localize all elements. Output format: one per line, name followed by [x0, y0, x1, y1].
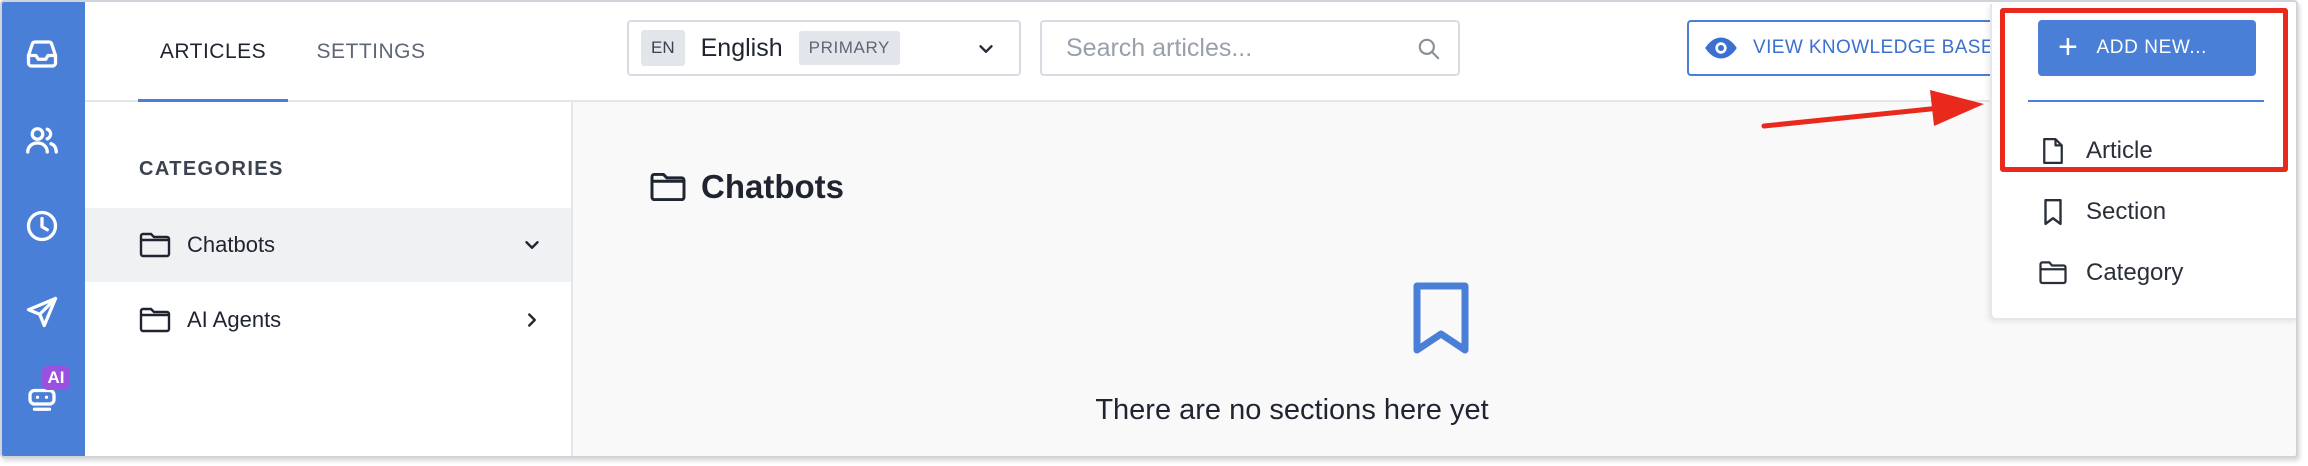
language-code-badge: EN — [641, 30, 685, 66]
search-input[interactable] — [1066, 33, 1386, 63]
dropdown-divider — [2028, 100, 2264, 102]
history-icon[interactable] — [20, 204, 64, 248]
view-knowledge-base-button[interactable]: VIEW KNOWLEDGE BASE — [1687, 20, 2007, 76]
language-selector[interactable]: EN English PRIMARY — [627, 20, 1021, 76]
primary-badge: PRIMARY — [798, 31, 900, 65]
folder-icon — [139, 307, 171, 333]
menu-item-section[interactable]: Section — [2038, 189, 2268, 235]
add-new-dropdown: + ADD NEW... Article Section Category — [1990, 4, 2296, 320]
category-item-ai-agents[interactable]: AI Agents — [85, 283, 571, 357]
category-label: AI Agents — [187, 307, 282, 332]
plus-icon: + — [2058, 27, 2079, 66]
menu-item-category[interactable]: Category — [2038, 250, 2268, 296]
chevron-down-icon[interactable] — [521, 234, 543, 256]
tab-settings-label: SETTINGS — [316, 40, 426, 63]
tab-articles-label: ARTICLES — [159, 40, 267, 63]
chevron-right-icon[interactable] — [521, 309, 543, 331]
tab-articles[interactable]: ARTICLES — [138, 2, 288, 102]
bookmark-icon — [1413, 282, 1469, 354]
bookmark-icon — [2044, 198, 2062, 226]
add-new-label: ADD NEW... — [2096, 37, 2207, 58]
contacts-icon[interactable] — [20, 118, 64, 162]
menu-item-label: Category — [2086, 259, 2184, 286]
search-icon[interactable] — [1416, 36, 1442, 62]
category-title-text: Chatbots — [701, 168, 844, 205]
chevron-down-icon — [979, 45, 993, 53]
search-box — [1040, 20, 1460, 76]
empty-state-message: There are no sections here yet — [1095, 394, 1489, 426]
inbox-icon[interactable] — [20, 32, 64, 76]
view-knowledge-base-label: VIEW KNOWLEDGE BASE — [1753, 37, 1994, 58]
ai-badge: AI — [42, 366, 70, 390]
categories-heading: CATEGORIES — [139, 158, 284, 180]
tab-settings[interactable]: SETTINGS — [301, 2, 441, 102]
categories-panel: CATEGORIES Chatbots AI Agents — [85, 102, 573, 456]
top-bar: ARTICLES SETTINGS EN English PRIMARY VIE… — [85, 2, 2296, 102]
folder-icon — [2039, 261, 2067, 285]
app-window: AI ARTICLES SETTINGS EN English PRIMARY … — [0, 0, 2298, 458]
left-rail: AI — [2, 2, 85, 456]
category-item-chatbots[interactable]: Chatbots — [85, 208, 571, 282]
folder-icon — [139, 232, 171, 258]
send-icon[interactable] — [20, 290, 64, 334]
folder-icon — [650, 172, 686, 202]
category-title: Chatbots — [649, 168, 844, 206]
add-new-button[interactable]: + ADD NEW... — [2038, 20, 2256, 76]
eye-icon — [1705, 37, 1737, 59]
language-name: English — [700, 33, 783, 62]
menu-item-article[interactable]: Article — [2038, 128, 2268, 174]
category-label: Chatbots — [187, 232, 276, 257]
menu-item-label: Section — [2086, 198, 2167, 225]
document-icon — [2043, 138, 2063, 164]
menu-item-label: Article — [2086, 137, 2153, 164]
